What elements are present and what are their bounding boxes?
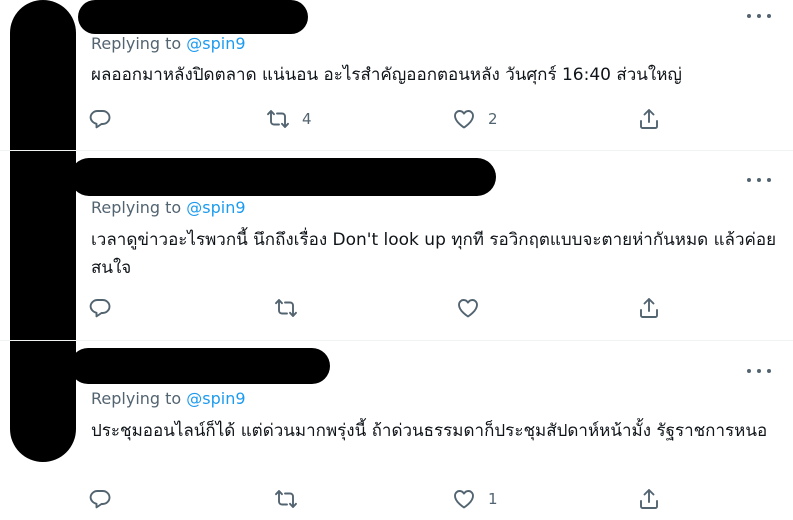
heart-icon (454, 110, 474, 129)
like-button[interactable]: 2 (452, 104, 498, 134)
share-icon (640, 109, 658, 129)
share-button[interactable] (637, 293, 661, 323)
retweet-button[interactable] (274, 293, 310, 323)
like-button[interactable]: 1 (452, 484, 498, 514)
replying-to: Replying to @spin9 (91, 34, 246, 53)
share-icon (640, 489, 658, 509)
replying-to: Replying to @spin9 (91, 198, 246, 217)
replying-to: Replying to @spin9 (91, 389, 246, 408)
tweet-text: ผลออกมาหลังปิดตลาด แน่นอน อะไรสำคัญออกตอ… (91, 65, 682, 85)
tweet-actions: 1 (88, 484, 678, 514)
like-count: 2 (488, 110, 498, 128)
retweet-icon (267, 110, 289, 128)
reply-button[interactable] (88, 484, 124, 514)
more-icon[interactable] (747, 8, 771, 24)
retweet-icon (275, 299, 297, 317)
reply-icon (89, 299, 111, 318)
reply-button[interactable] (88, 293, 124, 323)
retweet-button[interactable] (274, 484, 310, 514)
reply-icon (89, 490, 111, 509)
replying-prefix: Replying to (91, 198, 182, 217)
tweet-actions: 4 2 (88, 104, 678, 134)
like-button[interactable] (456, 293, 492, 323)
replying-prefix: Replying to (91, 34, 182, 53)
tweet[interactable]: Replying to @spin9 เวลาดูข่าวอะไรพวกนี้ … (0, 151, 793, 340)
more-icon[interactable] (747, 172, 771, 188)
replying-handle-link[interactable]: @spin9 (186, 389, 245, 408)
tweet[interactable]: Replying to @spin9 ผลออกมาหลังปิดตลาด แน… (0, 0, 793, 150)
heart-icon (454, 490, 474, 509)
share-button[interactable] (637, 484, 661, 514)
tweet[interactable]: Replying to @spin9 ประชุมออนไลน์ก็ได้ แต… (0, 341, 793, 520)
replying-prefix: Replying to (91, 389, 182, 408)
like-count: 1 (488, 490, 498, 508)
reply-button[interactable] (88, 104, 124, 134)
reply-icon (89, 110, 111, 129)
retweet-icon (275, 490, 297, 508)
retweet-count: 4 (302, 110, 312, 128)
replying-handle-link[interactable]: @spin9 (186, 198, 245, 217)
retweet-button[interactable]: 4 (266, 104, 312, 134)
heart-icon (458, 299, 478, 318)
tweet-text: เวลาดูข่าวอะไรพวกนี้ นึกถึงเรื่อง Don't … (91, 230, 777, 278)
replying-handle-link[interactable]: @spin9 (186, 34, 245, 53)
share-icon (640, 298, 658, 318)
more-icon[interactable] (747, 363, 771, 379)
share-button[interactable] (637, 104, 661, 134)
tweet-text: ประชุมออนไลน์ก็ได้ แต่ด่วนมากพรุ่งนี้ ถ้… (91, 421, 768, 441)
tweet-actions (88, 293, 678, 323)
